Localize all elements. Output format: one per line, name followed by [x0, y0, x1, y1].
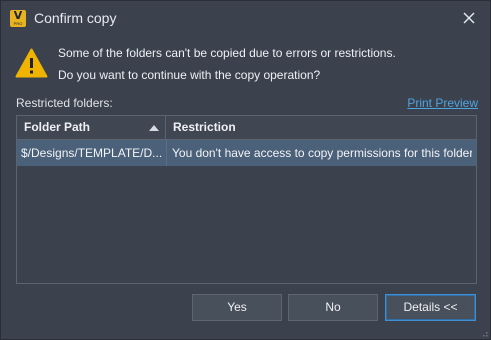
- window-title: Confirm copy: [34, 10, 117, 26]
- column-header-folder-path[interactable]: Folder Path: [17, 116, 166, 139]
- column-divider: [166, 140, 167, 166]
- app-icon: V PRO: [10, 9, 26, 27]
- print-preview-link[interactable]: Print Preview: [407, 96, 478, 110]
- app-icon-sub: PRO: [13, 21, 23, 26]
- sort-ascending-icon: [149, 125, 159, 131]
- details-button[interactable]: Details <<: [385, 294, 476, 321]
- warning-icon: [15, 48, 48, 78]
- message-line-1: Some of the folders can't be copied due …: [58, 46, 396, 60]
- column-header-label: Folder Path: [24, 120, 91, 134]
- close-button[interactable]: [460, 9, 478, 27]
- confirm-copy-dialog: V PRO Confirm copy Some of the folders c…: [0, 0, 491, 340]
- column-header-label: Restriction: [173, 120, 236, 134]
- restricted-folders-table: Folder Path Restriction $/Designs/TEMPLA…: [16, 115, 477, 284]
- column-header-restriction[interactable]: Restriction: [166, 116, 476, 139]
- table-row[interactable]: $/Designs/TEMPLATE/D... You don't have a…: [17, 140, 476, 166]
- yes-button[interactable]: Yes: [192, 294, 282, 321]
- title-bar: V PRO Confirm copy: [1, 1, 490, 36]
- table-header: Folder Path Restriction: [17, 116, 476, 140]
- close-icon: [463, 12, 475, 24]
- cell-folder-path: $/Designs/TEMPLATE/D...: [21, 146, 163, 160]
- restricted-folders-label: Restricted folders:: [16, 96, 113, 110]
- message-line-2: Do you want to continue with the copy op…: [58, 68, 321, 82]
- no-button[interactable]: No: [288, 294, 378, 321]
- cell-restriction: You don't have access to copy permission…: [172, 146, 472, 160]
- resize-grip-icon[interactable]: [480, 329, 488, 337]
